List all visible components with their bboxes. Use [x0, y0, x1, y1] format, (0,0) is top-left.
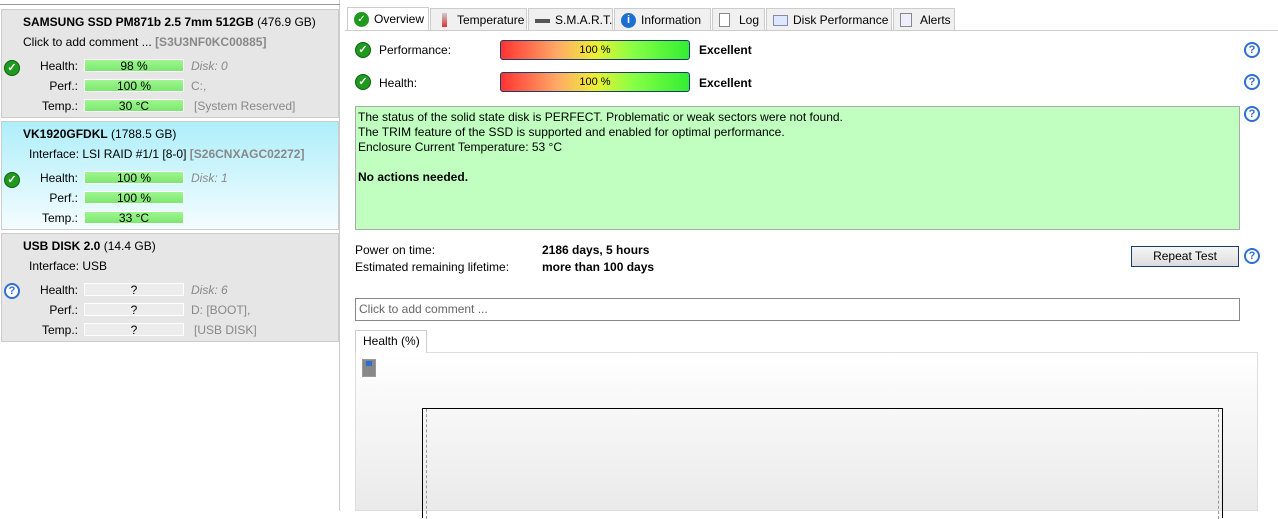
tab-label: Log: [739, 13, 760, 27]
perf-label: Perf.:: [49, 79, 78, 93]
perf-label: Perf.:: [49, 303, 78, 317]
save-icon[interactable]: [362, 359, 376, 377]
status-conclusion: No actions needed.: [358, 170, 469, 184]
health-rating: Excellent: [699, 76, 752, 90]
disk-title: SAMSUNG SSD PM871b 2.5 7mm 512GB (476.9 …: [23, 15, 316, 29]
disk-subline: Interface: LSI RAID #1/1 [8-0] [S26CNXAG…: [29, 147, 304, 161]
disk-volume: [System Reserved]: [194, 99, 296, 113]
repeat-test-button[interactable]: Repeat Test: [1131, 246, 1239, 267]
divider: [0, 4, 340, 6]
tab-label: Information: [641, 13, 702, 27]
disk-card[interactable]: USB DISK 2.0 (14.4 GB) Interface: USB ? …: [1, 233, 339, 342]
disk-name: USB DISK 2.0: [23, 239, 101, 253]
tab-label: Disk Performance: [793, 13, 889, 27]
tab-s-m-a-r-t[interactable]: S.M.A.R.T.: [528, 8, 613, 30]
disk-size: (476.9 GB): [257, 15, 316, 29]
help-icon[interactable]: ?: [1244, 248, 1260, 264]
comment-input[interactable]: Click to add comment ...: [355, 298, 1240, 321]
lifetime-value: more than 100 days: [542, 260, 655, 274]
divider: [345, 30, 1278, 31]
document-icon: [719, 13, 734, 28]
disk-number: Disk: 0: [191, 59, 228, 73]
disk-name: SAMSUNG SSD PM871b 2.5 7mm 512GB: [23, 15, 254, 29]
health-label: Health:: [379, 76, 418, 90]
health-label: Health:: [39, 59, 78, 73]
health-label: Health:: [39, 283, 78, 297]
tab-temperature[interactable]: Temperature: [430, 8, 527, 30]
performance-rating: Excellent: [699, 43, 752, 57]
check-icon: ✓: [354, 12, 369, 27]
perf-bar: 100 %: [84, 79, 184, 92]
help-icon[interactable]: ?: [1244, 106, 1260, 122]
disk-drive-letter: D: [BOOT],: [191, 303, 251, 317]
tab-health-chart[interactable]: Health (%): [355, 330, 427, 353]
performance-label: Performance:: [379, 43, 452, 57]
check-icon: ✓: [355, 74, 371, 90]
alerts-icon: [900, 13, 915, 28]
chart-plot-area: [422, 408, 1223, 519]
tab-label: Overview: [374, 12, 425, 26]
disk-size: (14.4 GB): [103, 239, 156, 253]
performance-bar: 100 %: [500, 40, 690, 60]
disk-list-panel: SAMSUNG SSD PM871b 2.5 7mm 512GB (476.9 …: [0, 0, 340, 511]
temp-bar: 30 °C: [84, 99, 184, 112]
disk-volume: [USB DISK]: [194, 323, 257, 337]
drive-icon: [535, 13, 550, 28]
help-icon[interactable]: ?: [1244, 74, 1260, 90]
disk-card[interactable]: VK1920GFDKL (1788.5 GB) Interface: LSI R…: [1, 121, 339, 230]
status-line: The status of the solid state disk is PE…: [358, 110, 843, 124]
disk-card[interactable]: SAMSUNG SSD PM871b 2.5 7mm 512GB (476.9 …: [1, 9, 339, 118]
check-icon: ✓: [355, 42, 371, 58]
tab-label: Alerts: [920, 13, 951, 27]
tab-alerts[interactable]: Alerts: [893, 8, 955, 30]
help-icon[interactable]: ?: [1244, 42, 1260, 58]
disk-serial: [S3U3NF0KC00885]: [155, 35, 267, 49]
disk-subline[interactable]: Click to add comment ... [S3U3NF0KC00885…: [23, 35, 266, 49]
disk-subline: Interface: USB: [29, 259, 107, 273]
tab-disk-performance[interactable]: Disk Performance: [766, 8, 892, 30]
perf-bar: ?: [84, 303, 184, 316]
disk-comment: Click to add comment ...: [23, 35, 152, 49]
info-icon: i: [621, 13, 636, 28]
health-bar: 100 %: [84, 171, 184, 184]
tab-label: S.M.A.R.T.: [555, 13, 613, 27]
status-line: Enclosure Current Temperature: 53 °C: [358, 140, 563, 154]
chart-icon: [773, 13, 788, 28]
disk-comment: Interface: USB: [29, 259, 108, 273]
disk-name: VK1920GFDKL: [23, 127, 108, 141]
disk-title: VK1920GFDKL (1788.5 GB): [23, 127, 176, 141]
disk-serial: [S26CNXAGC02272]: [189, 147, 305, 161]
status-box: The status of the solid state disk is PE…: [355, 106, 1240, 230]
temp-bar: 33 °C: [84, 211, 184, 224]
health-bar: ?: [84, 283, 184, 296]
health-label: Health:: [39, 171, 78, 185]
health-chart-area: [355, 352, 1258, 519]
tab-overview[interactable]: ✓ Overview: [347, 7, 429, 31]
disk-number: Disk: 1: [191, 171, 228, 185]
perf-label: Perf.:: [49, 191, 78, 205]
disk-drive-letter: C:,: [191, 79, 207, 93]
temp-label: Temp.:: [41, 99, 78, 113]
tab-label: Temperature: [457, 13, 525, 27]
disk-size: (1788.5 GB): [111, 127, 177, 141]
power-on-value: 2186 days, 5 hours: [542, 243, 650, 257]
disk-number: Disk: 6: [191, 283, 228, 297]
temp-label: Temp.:: [41, 323, 78, 337]
tab-information[interactable]: i Information: [614, 8, 711, 30]
tab-log[interactable]: Log: [712, 8, 765, 30]
thermometer-icon: [437, 13, 452, 28]
health-bar: 100 %: [500, 72, 690, 92]
perf-bar: 100 %: [84, 191, 184, 204]
disk-title: USB DISK 2.0 (14.4 GB): [23, 239, 156, 253]
disk-comment: Interface: LSI RAID #1/1 [8-0]: [29, 147, 187, 161]
temp-label: Temp.:: [41, 211, 78, 225]
power-on-label: Power on time:: [355, 243, 436, 257]
status-line: The TRIM feature of the SSD is supported…: [358, 125, 785, 139]
lifetime-label: Estimated remaining lifetime:: [355, 260, 510, 274]
temp-bar: ?: [84, 323, 184, 336]
health-bar: 98 %: [84, 59, 184, 72]
